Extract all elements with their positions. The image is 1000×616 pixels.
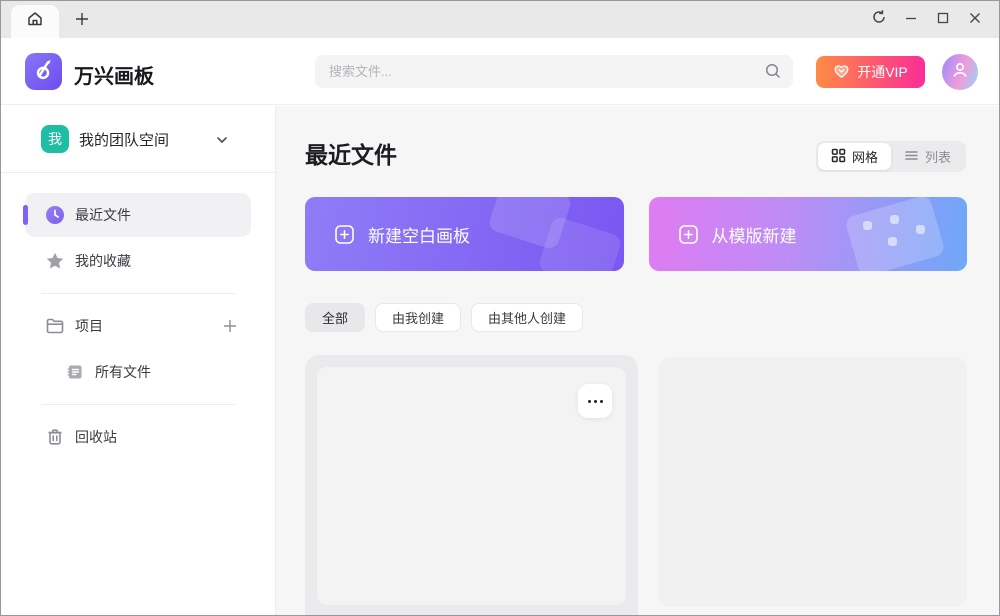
sidebar-divider [41, 293, 235, 294]
window-controls [863, 1, 999, 38]
maximize-button[interactable] [927, 1, 959, 38]
app-header: 万兴画板 开通VIP [1, 38, 999, 105]
refresh-icon [871, 9, 887, 30]
decor-dot [888, 237, 897, 246]
sidebar-item-label: 项目 [75, 318, 103, 334]
sidebar-item-label: 最近文件 [75, 207, 131, 223]
app-title: 万兴画板 [74, 66, 154, 88]
sidebar-item-favorites[interactable]: 我的收藏 [25, 239, 251, 283]
list-view-label: 列表 [924, 150, 951, 165]
open-vip-button[interactable]: 开通VIP [816, 56, 925, 88]
team-space-label: 我的团队空间 [79, 131, 170, 149]
plus-icon [75, 12, 89, 31]
close-icon [969, 11, 981, 29]
create-blank-label: 新建空白画板 [368, 226, 470, 246]
search-input[interactable] [315, 55, 793, 88]
sidebar-item-projects[interactable]: 项目 [25, 304, 251, 348]
user-avatar[interactable] [942, 54, 978, 90]
create-blank-board-button[interactable]: 新建空白画板 [305, 197, 624, 271]
app-logo [25, 53, 62, 90]
file-card[interactable] [658, 357, 967, 607]
sidebar-item-recent-files[interactable]: 最近文件 [23, 193, 251, 237]
file-card-thumbnail[interactable] [317, 367, 626, 605]
app-window: 万兴画板 开通VIP [0, 0, 1000, 616]
close-button[interactable] [959, 1, 991, 38]
team-space-selector[interactable]: 我 我的团队空间 [1, 106, 275, 173]
files-icon [65, 362, 85, 382]
sidebar-nav: 最近文件 我的收藏 项目 所有文件 回收站 [1, 173, 275, 459]
folder-icon [45, 316, 65, 336]
decor-dot [890, 215, 899, 224]
person-icon [949, 59, 971, 86]
page-title: 最近文件 [305, 142, 397, 168]
filter-all[interactable]: 全部 [305, 303, 366, 332]
window-titlebar [1, 1, 999, 38]
create-buttons-row: 新建空白画板 从模版新建 [305, 197, 967, 271]
new-tab-button[interactable] [67, 5, 97, 38]
plus-square-icon [334, 224, 355, 245]
list-view-button[interactable]: 列表 [891, 143, 964, 170]
ellipsis-icon [587, 399, 591, 403]
active-indicator [23, 205, 28, 225]
filter-created-by-me[interactable]: 由我创建 [375, 303, 462, 332]
vip-gem-icon [833, 63, 850, 82]
chevron-down-icon [215, 133, 229, 152]
create-template-label: 从模版新建 [711, 226, 797, 246]
grid-view-icon [831, 148, 846, 166]
card-more-menu-button[interactable] [578, 384, 612, 418]
add-project-button[interactable] [221, 317, 239, 335]
view-toggle: 网格 列表 [815, 141, 966, 172]
decor-dot [863, 221, 872, 230]
filter-chips: 全部 由我创建 由其他人创建 [305, 303, 584, 332]
star-icon [45, 251, 65, 271]
file-card-hovered[interactable] [305, 355, 638, 615]
search-icon [764, 62, 782, 85]
sidebar: 我 我的团队空间 最近文件 我的收藏 项目 所有文件 回收站 [1, 106, 276, 615]
minimize-icon [905, 11, 917, 29]
sidebar-item-label: 所有文件 [95, 364, 151, 380]
tab-home[interactable] [11, 5, 59, 38]
sidebar-item-trash[interactable]: 回收站 [25, 415, 251, 459]
sidebar-item-all-files[interactable]: 所有文件 [25, 350, 251, 394]
maximize-icon [937, 11, 949, 29]
grid-view-button[interactable]: 网格 [817, 143, 891, 170]
clock-icon [45, 205, 65, 225]
refresh-button[interactable] [863, 1, 895, 38]
main-content: 最近文件 网格 列表 新建空白画板 从模版新建 全部 由我创建 由其他人创建 [276, 106, 999, 615]
search-bar[interactable] [315, 55, 793, 88]
vip-label: 开通VIP [857, 64, 908, 80]
file-cards-grid [305, 355, 967, 615]
filter-created-by-others[interactable]: 由其他人创建 [471, 303, 584, 332]
create-from-template-button[interactable]: 从模版新建 [648, 197, 967, 271]
home-icon [26, 10, 44, 33]
trash-icon [45, 427, 65, 447]
team-avatar-badge: 我 [41, 125, 69, 153]
minimize-button[interactable] [895, 1, 927, 38]
sidebar-divider [41, 404, 235, 405]
decor-shape [844, 197, 946, 271]
sidebar-item-label: 我的收藏 [75, 253, 131, 269]
plus-square-icon [678, 224, 699, 245]
brand-glyph-icon [31, 57, 56, 87]
sidebar-item-label: 回收站 [75, 429, 117, 445]
grid-view-label: 网格 [851, 150, 878, 165]
decor-dot [916, 225, 925, 234]
list-view-icon [904, 148, 919, 166]
